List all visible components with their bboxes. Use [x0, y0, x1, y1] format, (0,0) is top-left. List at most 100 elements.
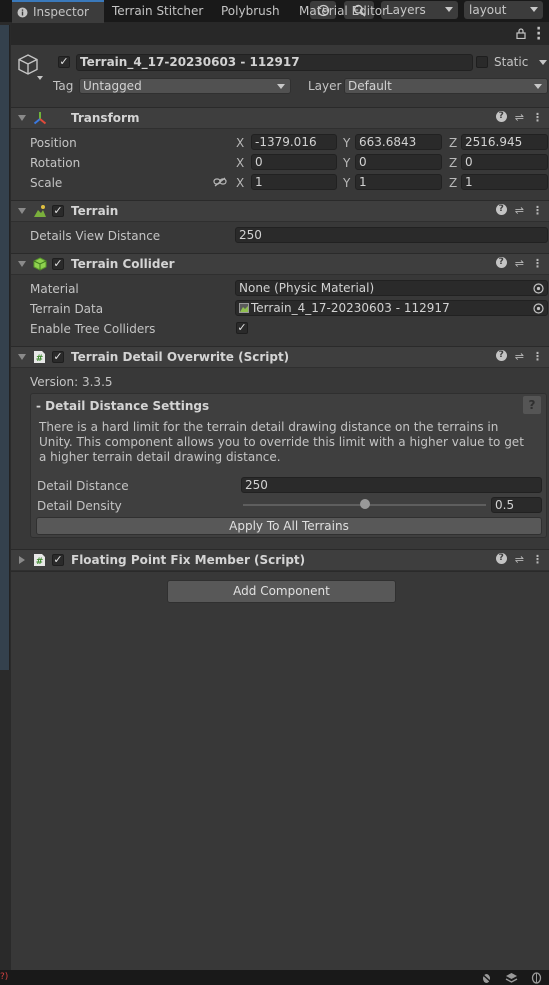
context-menu-icon[interactable]: ⋮ — [532, 257, 543, 270]
transform-icon — [33, 112, 47, 125]
static-dropdown-arrow-icon[interactable] — [539, 60, 547, 65]
object-picker-icon[interactable] — [533, 303, 544, 314]
component-header-icons: ? ⇌ ⋮ — [495, 553, 543, 566]
static-checkbox[interactable] — [476, 56, 488, 68]
scale-x-label: X — [236, 176, 245, 190]
detail-overwrite-enabled-checkbox[interactable]: ✓ — [52, 351, 64, 363]
tab-terrain-stitcher[interactable]: Terrain Stitcher — [112, 0, 203, 23]
floating-point-fix-header[interactable]: # ✓ Floating Point Fix Member (Script) ?… — [11, 549, 549, 571]
layers-dropdown[interactable]: Layers — [381, 1, 458, 19]
material-field[interactable]: None (Physic Material) — [235, 280, 548, 296]
detail-overwrite-header[interactable]: # ✓ Terrain Detail Overwrite (Script) ? … — [11, 346, 549, 368]
rotation-label: Rotation — [30, 156, 81, 170]
enable-tree-colliders-label: Enable Tree Colliders — [30, 322, 156, 336]
help-icon[interactable]: ? — [495, 553, 507, 564]
component-header-icons: ? ⇌ ⋮ — [495, 257, 543, 270]
tab-polybrush[interactable]: Polybrush — [221, 0, 280, 23]
scale-y-field[interactable]: 1 — [355, 174, 442, 190]
debug-icon[interactable] — [480, 972, 493, 984]
terrain-collider-header[interactable]: ✓ Terrain Collider ? ⇌ ⋮ — [11, 253, 549, 275]
help-icon[interactable]: ? — [495, 257, 507, 268]
position-y-field[interactable]: 663.6843 — [355, 134, 442, 150]
detail-distance-field[interactable]: 250 — [241, 477, 542, 493]
foldout-arrow-icon[interactable] — [18, 208, 26, 214]
detail-distance-settings-title: - Detail Distance Settings — [36, 399, 210, 413]
terrain-data-label: Terrain Data — [30, 302, 104, 316]
help-icon[interactable]: ? — [495, 111, 507, 122]
scale-x-field[interactable]: 1 — [251, 174, 337, 190]
layer-dropdown-value: Default — [348, 79, 392, 93]
rotation-x-field[interactable]: 0 — [251, 154, 337, 170]
notifications-icon[interactable] — [530, 972, 543, 984]
context-menu-icon[interactable]: ⋮ — [532, 553, 543, 566]
position-z-field[interactable]: 2516.945 — [461, 134, 548, 150]
component-header-icons: ? ⇌ ⋮ — [495, 204, 543, 217]
svg-text:#: # — [36, 557, 44, 567]
detail-overwrite-title: Terrain Detail Overwrite (Script) — [71, 350, 290, 364]
object-picker-icon[interactable] — [533, 283, 544, 294]
detail-density-slider-thumb[interactable] — [359, 499, 370, 509]
terrain-enabled-checkbox[interactable]: ✓ — [52, 205, 64, 217]
info-icon — [17, 7, 28, 18]
scale-y-label: Y — [343, 176, 351, 190]
foldout-arrow-icon[interactable] — [19, 556, 25, 564]
layers-stack-icon[interactable] — [505, 972, 518, 984]
context-menu-icon[interactable]: ⋮ — [532, 111, 543, 124]
components-end-divider — [11, 571, 549, 572]
terrain-collider-enabled-checkbox[interactable]: ✓ — [52, 258, 64, 270]
layer-dropdown[interactable]: Default — [344, 78, 548, 94]
constrain-proportions-icon[interactable] — [213, 177, 227, 187]
foldout-arrow-icon[interactable] — [18, 354, 26, 360]
add-component-button[interactable]: Add Component — [167, 580, 396, 603]
terrain-icon — [34, 205, 46, 217]
tab-inspector[interactable]: Inspector — [12, 0, 104, 23]
material-field-value: None (Physic Material) — [239, 281, 375, 295]
details-view-distance-label: Details View Distance — [30, 229, 161, 243]
foldout-arrow-icon[interactable] — [18, 115, 26, 121]
rotation-y-label: Y — [343, 156, 351, 170]
terrain-header[interactable]: ✓ Terrain ? ⇌ ⋮ — [11, 200, 549, 222]
scale-z-field[interactable]: 1 — [461, 174, 548, 190]
position-y-label: Y — [343, 136, 351, 150]
layout-dropdown[interactable]: layout — [464, 1, 543, 19]
tab-menu-icon[interactable]: · · · — [536, 22, 541, 46]
tab-material-editor[interactable]: Material Editor — [299, 0, 387, 23]
error-indicator-icon[interactable]: ?) — [0, 972, 8, 982]
enable-tree-colliders-checkbox[interactable]: ✓ — [236, 322, 248, 334]
terrain-data-field[interactable]: Terrain_4_17-20230603 - 112917 — [235, 300, 548, 316]
presets-icon[interactable]: ⇌ — [515, 553, 524, 566]
help-icon[interactable]: ? — [495, 204, 507, 215]
transform-header[interactable]: Transform ? ⇌ ⋮ — [11, 107, 549, 129]
tag-dropdown[interactable]: Untagged — [79, 78, 291, 94]
gameobject-name-field[interactable]: Terrain_4_17-20230603 - 112917 — [76, 54, 473, 71]
detail-density-label: Detail Density — [37, 499, 122, 513]
rotation-y-field[interactable]: 0 — [355, 154, 442, 170]
apply-to-all-terrains-button[interactable]: Apply To All Terrains — [36, 517, 542, 535]
gameobject-active-checkbox[interactable]: ✓ — [58, 56, 70, 68]
rotation-z-field[interactable]: 0 — [461, 154, 548, 170]
details-view-distance-field[interactable]: 250 — [235, 227, 548, 243]
floating-point-fix-enabled-checkbox[interactable]: ✓ — [52, 554, 64, 566]
script-icon: # — [34, 554, 45, 567]
context-menu-icon[interactable]: ⋮ — [532, 204, 543, 217]
presets-icon[interactable]: ⇌ — [515, 204, 524, 217]
tab-material-editor-label: Material Editor — [299, 4, 388, 18]
presets-icon[interactable]: ⇌ — [515, 111, 524, 124]
help-icon[interactable]: ? — [495, 350, 507, 361]
position-z-label: Z — [449, 136, 458, 150]
chevron-down-icon — [445, 7, 453, 12]
context-menu-icon[interactable]: ⋮ — [532, 350, 543, 363]
detail-density-field[interactable]: 0.5 — [491, 497, 542, 513]
lock-icon[interactable] — [516, 28, 526, 39]
tab-terrain-stitcher-label: Terrain Stitcher — [112, 4, 204, 18]
collider-icon — [33, 257, 47, 271]
floating-point-fix-title: Floating Point Fix Member (Script) — [71, 553, 306, 567]
foldout-arrow-icon[interactable] — [18, 261, 26, 267]
help-question-icon[interactable]: ? — [523, 396, 541, 414]
presets-icon[interactable]: ⇌ — [515, 350, 524, 363]
detail-distance-description: There is a hard limit for the terrain de… — [39, 420, 524, 464]
svg-text:#: # — [36, 354, 44, 364]
status-bar — [0, 970, 549, 985]
presets-icon[interactable]: ⇌ — [515, 257, 524, 270]
position-x-field[interactable]: -1379.016 — [251, 134, 337, 150]
